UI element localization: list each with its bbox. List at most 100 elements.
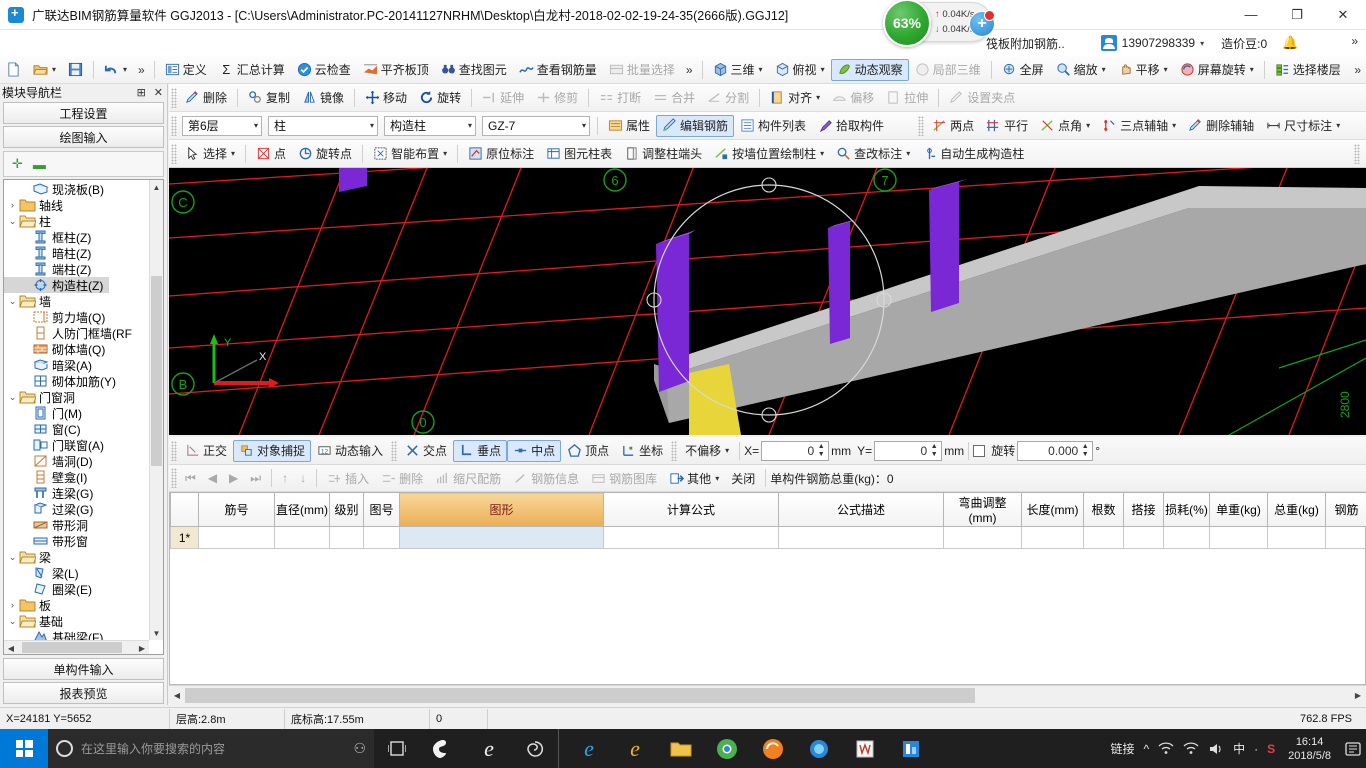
draw-select-button[interactable]: 选择 ▾ xyxy=(179,143,241,165)
column-header-12[interactable]: 损耗(%) xyxy=(1163,492,1210,527)
axis-parallel-button[interactable]: 平行 xyxy=(980,115,1034,137)
edit-align-dropdown-icon[interactable]: ▾ xyxy=(816,93,820,102)
tray-link-label[interactable]: 链接 xyxy=(1110,740,1134,757)
toolbar-orbit-button[interactable]: 动态观察 xyxy=(830,58,909,81)
nav-last-button[interactable]: ⏭ xyxy=(244,467,267,489)
toolbar-fullscreen-button[interactable]: 全屏 xyxy=(996,59,1050,81)
tree-item-10[interactable]: 砌体墙(Q) xyxy=(4,341,149,357)
nav-first-button[interactable]: ⏮ xyxy=(179,467,202,489)
draw-point-button[interactable]: 点 xyxy=(250,143,292,165)
edit-move-button[interactable]: 移动 xyxy=(359,87,413,109)
chevron-down-icon[interactable]: ▾ xyxy=(370,121,374,130)
rebar-other-button[interactable]: 其他 ▾ xyxy=(663,467,725,489)
nav-next-button[interactable]: ▶ xyxy=(223,467,244,489)
tree-item-7[interactable]: ⌄ 墙 xyxy=(4,293,149,309)
tree-item-5[interactable]: 端柱(Z) xyxy=(4,261,149,277)
edit-offset-button[interactable]: 偏移 xyxy=(826,87,880,109)
expand-all-icon[interactable]: ✛ xyxy=(12,156,23,172)
snap-ortho-button[interactable]: 正交 xyxy=(179,440,233,462)
quick-toolbar-overflow[interactable]: » xyxy=(133,63,150,77)
close-icon[interactable]: ✕ xyxy=(150,86,167,99)
column-header-5[interactable]: 图形 xyxy=(399,492,604,527)
microphone-icon[interactable]: ⚇ xyxy=(353,740,366,757)
column-header-2[interactable]: 直径(mm) xyxy=(274,492,330,527)
snap-offset-gripper[interactable] xyxy=(671,440,678,461)
axis-delete-button[interactable]: 删除辅轴 xyxy=(1182,115,1260,137)
column-header-14[interactable]: 总重(kg) xyxy=(1267,492,1326,527)
3d-scene[interactable]: C B 6 7 0 Y X 2800 xyxy=(169,168,1366,435)
toolbar-define-button[interactable]: 定义 xyxy=(159,59,213,81)
axis-point-angle-button[interactable]: 点角 ▾ xyxy=(1034,115,1096,137)
axis-three-point-button[interactable]: 三点辅轴 ▾ xyxy=(1096,115,1182,137)
snap-coordinate-button[interactable]: 坐标 xyxy=(615,440,669,462)
snap-midpoint-button[interactable]: 中点 xyxy=(507,439,562,462)
axis-point-angle-dropdown-icon[interactable]: ▾ xyxy=(1086,121,1090,130)
chevron-down-icon[interactable]: ▾ xyxy=(725,446,729,455)
rotate-spin-down-icon[interactable]: ▼ xyxy=(1080,451,1090,459)
edit-stretch-button[interactable]: 拉伸 xyxy=(880,87,934,109)
wifi-icon[interactable] xyxy=(1158,742,1174,755)
column-header-6[interactable]: 计算公式 xyxy=(603,492,779,527)
axis-two-point-button[interactable]: 两点 xyxy=(926,115,980,137)
edit-trim-button[interactable]: 修剪 xyxy=(530,87,584,109)
chrome-icon[interactable] xyxy=(704,729,750,768)
cell-0-4[interactable] xyxy=(399,526,604,549)
tree-item-14[interactable]: 门(M) xyxy=(4,405,149,421)
toolbar-summary-calc-button[interactable]: Σ 汇总计算 xyxy=(213,59,291,81)
rotate-spin-up-icon[interactable]: ▲ xyxy=(1080,443,1090,451)
column-header-0[interactable] xyxy=(170,492,199,527)
y-spin-down-icon[interactable]: ▼ xyxy=(929,451,939,459)
grid-horizontal-scrollbar[interactable]: ◀ ▶ xyxy=(169,685,1366,705)
tree-vertical-scrollbar[interactable]: ▲ ▼ xyxy=(149,180,163,640)
snap-toolbar-gripper[interactable] xyxy=(171,440,177,461)
category-select[interactable]: 柱 ▾ xyxy=(268,115,378,136)
undo-dropdown-icon[interactable]: ▾ xyxy=(123,65,127,74)
toolbar-screen-rotate-dropdown-icon[interactable]: ▾ xyxy=(1250,65,1254,74)
edit-extend-button[interactable]: 延伸 xyxy=(476,87,530,109)
cell-0-6[interactable] xyxy=(778,526,944,549)
snap-intersection-button[interactable]: 交点 xyxy=(399,440,453,462)
cell-0-7[interactable] xyxy=(943,526,1022,549)
tree-item-24[interactable]: 梁(L) xyxy=(4,565,149,581)
tree-item-3[interactable]: 框柱(Z) xyxy=(4,229,149,245)
auto-generate-column-button[interactable]: 自动生成构造柱 xyxy=(916,143,1030,165)
save-button[interactable] xyxy=(62,59,89,81)
tree-hscroll-thumb[interactable] xyxy=(22,642,122,653)
firefox-icon[interactable] xyxy=(750,729,796,768)
toolbar-3d-button[interactable]: 三维 ▾ xyxy=(707,59,769,81)
draw-rotate-point-button[interactable]: 旋转点 xyxy=(292,143,358,165)
rebar-table[interactable]: 筋号 直径(mm) 级别 图号 图形 计算公式 公式描述 弯曲调整(mm) 长度(mm) 根数 搭接… xyxy=(170,492,1366,703)
element-column-table-button[interactable]: 图元柱表 xyxy=(540,143,618,165)
rebar-other-dropdown-icon[interactable]: ▾ xyxy=(715,474,719,483)
edit-break-button[interactable]: 打断 xyxy=(593,87,647,109)
snap-perpendicular-button[interactable]: 垂点 xyxy=(453,439,508,462)
y-input[interactable]: 0 ▲ ▼ xyxy=(874,440,943,461)
cell-0-8[interactable] xyxy=(1021,526,1084,549)
cell-0-13[interactable] xyxy=(1267,526,1326,549)
rebar-delete-button[interactable]: 删除 xyxy=(375,467,429,489)
x-spin-up-icon[interactable]: ▲ xyxy=(816,443,826,451)
rotate-input[interactable]: 0.000 ▲ ▼ xyxy=(1017,440,1094,461)
snap-vertex-button[interactable]: 顶点 xyxy=(561,440,615,462)
minimize-button[interactable]: — xyxy=(1228,0,1274,30)
adjust-column-end-button[interactable]: 调整柱端头 xyxy=(618,143,708,165)
toolbar-draw-end-gripper[interactable] xyxy=(1354,143,1360,164)
type-select[interactable]: 构造柱 ▾ xyxy=(384,115,476,136)
report-preview-button[interactable]: 报表预览 xyxy=(3,682,164,704)
tree-item-20[interactable]: 过梁(G) xyxy=(4,501,149,517)
rotate-checkbox[interactable] xyxy=(973,444,986,457)
snap-object-button[interactable]: 对象捕捉 xyxy=(233,439,312,462)
toolbar-align-slab-top-button[interactable]: 平齐板顶 xyxy=(357,59,435,81)
word-icon[interactable] xyxy=(842,729,888,768)
toolbar-draw-gripper[interactable] xyxy=(171,143,177,164)
view-toolbar-overflow-chevron[interactable]: » xyxy=(1349,63,1366,77)
cell-0-5[interactable] xyxy=(603,526,779,549)
pick-member-button[interactable]: 拾取构件 xyxy=(812,115,890,137)
edit-align-button[interactable]: 对齐 ▾ xyxy=(764,87,826,109)
toolbar-find-element-button[interactable]: 查找图元 xyxy=(435,59,513,81)
edit-rebar-button[interactable]: 编辑钢筋 xyxy=(656,114,735,137)
tree-item-28[interactable]: 基础梁(F) xyxy=(4,629,149,640)
toolbar-edit-gripper[interactable] xyxy=(171,87,177,108)
column-header-13[interactable]: 单重(kg) xyxy=(1209,492,1268,527)
nav-prev-button[interactable]: ◀ xyxy=(202,467,223,489)
